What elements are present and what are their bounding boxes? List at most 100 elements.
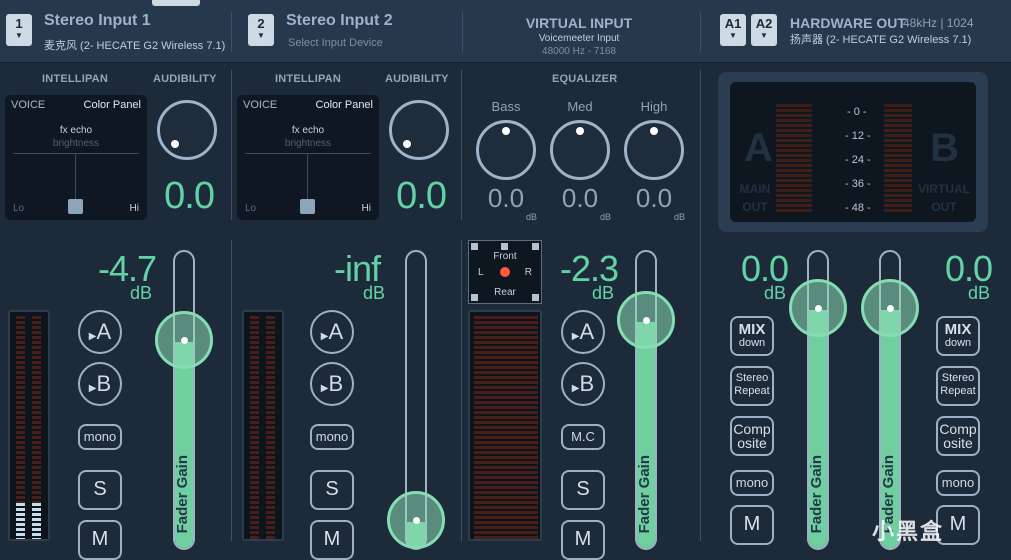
play-icon: ▶	[571, 383, 580, 394]
play-icon: ▶	[571, 331, 580, 342]
bus-a-letter: A	[744, 126, 773, 170]
main-out-meter	[776, 104, 812, 214]
mix-sub-label: down	[738, 337, 766, 349]
resize-handle	[471, 243, 478, 250]
color-panel-label: Color Panel	[83, 99, 141, 111]
panel-crosshair-h	[245, 153, 371, 154]
strip2-bus-b-button[interactable]: ▶B	[310, 362, 354, 406]
brightness-label: brightness	[284, 138, 332, 149]
voice-label: VOICE	[11, 99, 46, 111]
surround-pan-panel[interactable]: Front Rear L R	[468, 240, 542, 304]
virtual-level-meter	[468, 310, 542, 541]
pan-cursor[interactable]	[300, 199, 315, 214]
audibility-knob-strip1[interactable]	[157, 100, 217, 160]
a2-select-button[interactable]: A2 ▼	[751, 14, 777, 46]
out-b-composite-button[interactable]: Comp osite	[936, 416, 980, 456]
strip2-bus-a-button[interactable]: ▶A	[310, 310, 354, 354]
meter-left-channel	[250, 316, 259, 539]
meter-scale-12: - 12 -	[845, 130, 871, 142]
front-label: Front	[493, 251, 517, 262]
virtual-out-meter	[884, 104, 912, 214]
main-out-label: MAIN OUT	[739, 182, 771, 214]
virtual-solo-button[interactable]: S	[561, 470, 605, 510]
out-b-gain-unit: dB	[968, 283, 991, 303]
strip2-device[interactable]: Select Input Device	[288, 37, 383, 49]
strip1-solo-button[interactable]: S	[78, 470, 122, 510]
color-panel-strip1[interactable]: VOICE Color Panel fx echo brightness Lo …	[5, 95, 147, 220]
strip1-fader-thumb[interactable]	[155, 311, 213, 369]
divider	[700, 70, 701, 541]
eq-bass-value: 0.0	[487, 183, 525, 213]
chevron-down-icon: ▼	[257, 31, 265, 40]
hardware-out-format: 48kHz | 1024	[903, 16, 974, 30]
resize-handle	[471, 294, 478, 301]
out-a-fader-thumb[interactable]	[789, 278, 847, 337]
a1-select-button[interactable]: A1 ▼	[720, 14, 746, 46]
strip1-bus-a-button[interactable]: ▶A	[78, 310, 122, 354]
eq-high-knob[interactable]	[624, 120, 684, 180]
divider	[231, 70, 232, 220]
virtual-fader-thumb[interactable]	[617, 291, 675, 349]
pan-position-dot[interactable]	[500, 267, 510, 277]
intellipan-label: INTELLIPAN	[42, 73, 108, 85]
virtual-mute-button[interactable]: M	[561, 520, 605, 560]
eq-bass-knob[interactable]	[476, 120, 536, 180]
audibility-knob-strip2[interactable]	[389, 100, 449, 160]
meter-scale-0: - 0 -	[847, 106, 867, 118]
eq-med-value: 0.0	[561, 183, 599, 213]
strip2-title[interactable]: Stereo Input 2	[286, 12, 393, 30]
meter-scale-48: - 48 -	[845, 202, 871, 214]
strip1-mono-button[interactable]: mono	[78, 424, 122, 450]
strip1-number: 1	[15, 16, 23, 31]
out-b-fader-thumb[interactable]	[861, 278, 919, 337]
out-a-gain-unit: dB	[764, 283, 787, 303]
strip2-mute-button[interactable]: M	[310, 520, 354, 560]
panel-crosshair-v	[75, 153, 76, 203]
strip2-mono-button[interactable]: mono	[310, 424, 354, 450]
virtual-mc-button[interactable]: M.C	[561, 424, 605, 450]
strip1-select-button[interactable]: 1 ▼	[6, 14, 32, 46]
meter-right-channel	[266, 316, 275, 539]
eq-bass-unit: dB	[526, 212, 538, 222]
strip1-bus-b-button[interactable]: ▶B	[78, 362, 122, 406]
strip2-select-button[interactable]: 2 ▼	[248, 14, 274, 46]
play-icon: ▶	[88, 383, 97, 394]
out-b-mixdown-button[interactable]: MIX down	[936, 316, 980, 356]
brightness-label: brightness	[52, 138, 100, 149]
out-b-mono-button[interactable]: mono	[936, 470, 980, 496]
bus-b-label: B	[96, 371, 112, 396]
strip1-device[interactable]: 麦克风 (2- HECATE G2 Wireless 7.1)	[44, 37, 225, 53]
strip2-solo-button[interactable]: S	[310, 470, 354, 510]
eq-med-unit: dB	[600, 212, 612, 222]
virtual-input-name: Voicemeeter Input	[538, 33, 620, 44]
strip2-fader-thumb[interactable]	[387, 491, 445, 549]
mix-sub-label: down	[944, 337, 972, 349]
virtual-bus-b-button[interactable]: ▶B	[561, 362, 605, 406]
meter-left-level	[16, 503, 25, 539]
out-a-composite-button[interactable]: Comp osite	[730, 416, 774, 456]
strip1-title[interactable]: Stereo Input 1	[44, 12, 151, 30]
audibility-label: AUDIBILITY	[385, 73, 449, 85]
color-panel-strip2[interactable]: VOICE Color Panel fx echo brightness Lo …	[237, 95, 379, 220]
eq-med-knob[interactable]	[550, 120, 610, 180]
hardware-out-device[interactable]: 扬声器 (2- HECATE G2 Wireless 7.1)	[790, 31, 971, 47]
strip1-mute-button[interactable]: M	[78, 520, 122, 560]
virtual-bus-a-button[interactable]: ▶A	[561, 310, 605, 354]
out-b-stereo-repeat-button[interactable]: Stereo Repeat	[936, 366, 980, 406]
out-a-mono-button[interactable]: mono	[730, 470, 774, 496]
strip1-level-meter	[8, 310, 50, 541]
divider	[461, 70, 462, 220]
play-icon: ▶	[320, 331, 329, 342]
out-a-mute-button[interactable]: M	[730, 505, 774, 545]
left-label: L	[478, 267, 484, 278]
out-a-mixdown-button[interactable]: MIX down	[730, 316, 774, 356]
thumb-dot	[815, 304, 822, 312]
divider	[462, 12, 463, 52]
chevron-down-icon: ▼	[729, 31, 737, 40]
out-a-stereo-repeat-button[interactable]: Stereo Repeat	[730, 366, 774, 406]
lo-label: Lo	[245, 203, 257, 214]
resize-handle	[532, 243, 539, 250]
chevron-down-icon: ▼	[760, 31, 768, 40]
pan-cursor[interactable]	[68, 199, 83, 214]
resize-handle	[501, 243, 508, 250]
